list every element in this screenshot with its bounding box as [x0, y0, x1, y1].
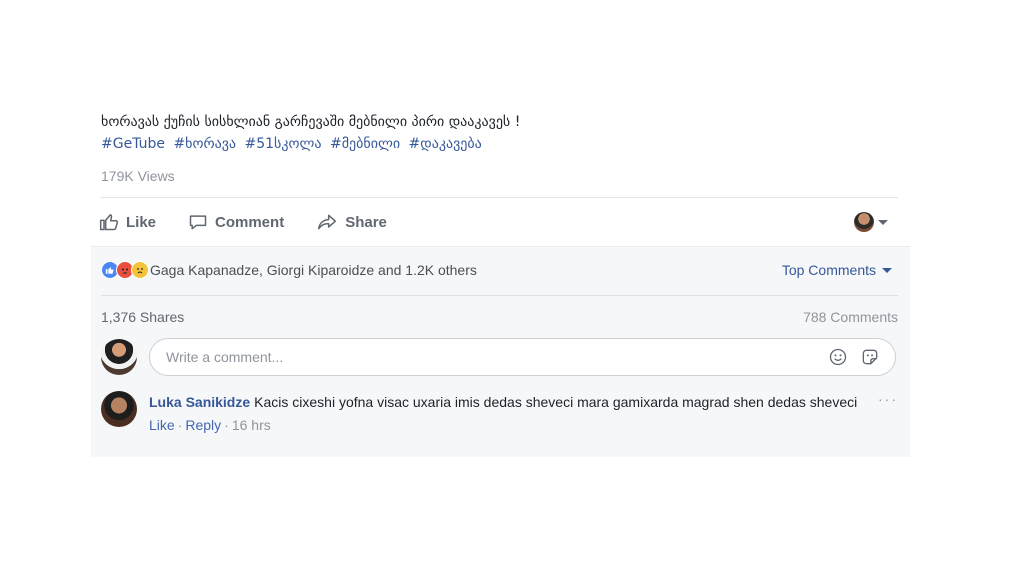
reaction-names: Gaga Kapanadze, Giorgi Kiparoidze and 1.…: [150, 262, 477, 278]
composer-icons: [817, 346, 881, 368]
divider: [101, 295, 898, 296]
comments-panel: Gaga Kapanadze, Giorgi Kiparoidze and 1.…: [91, 246, 910, 457]
share-arrow-icon: [318, 214, 337, 230]
post-as-selector[interactable]: [854, 212, 888, 232]
post-actions-bar: Like Comment Share: [99, 204, 898, 240]
post-card: ხორავას ქუჩის სისხლიან გარჩევაში მებნილი…: [91, 100, 910, 457]
comment-count-link[interactable]: 788 Comments: [803, 309, 898, 325]
comment-input[interactable]: [164, 348, 817, 366]
comment-time[interactable]: 16 hrs: [232, 417, 271, 433]
hashtag-link[interactable]: #მებნილი: [330, 136, 400, 152]
chevron-down-icon: [878, 219, 888, 225]
comment-label: Comment: [215, 213, 285, 231]
share-count-link[interactable]: 1,376 Shares: [101, 309, 184, 325]
comment-text: Kacis cixeshi yofna visac uxaria imis de…: [254, 394, 858, 410]
sticker-icon[interactable]: [859, 346, 881, 368]
viewer-avatar: [854, 212, 874, 232]
composer-avatar: [101, 339, 137, 375]
comment-item: Luka Sanikidze Kacis cixeshi yofna visac …: [101, 391, 898, 451]
view-count: 179K Views: [101, 168, 175, 184]
post-title: ხორავას ქუჩის სისხლიან გარჩევაში მებნილი…: [101, 114, 521, 130]
share-label: Share: [345, 213, 387, 231]
sad-reaction-icon: [131, 261, 149, 279]
hashtags: #GeTube #ხორავა #51სკოლა #მებნილი #დაკავ…: [101, 134, 881, 154]
comment-author[interactable]: Luka Sanikidze: [149, 394, 250, 410]
comment-options-button[interactable]: ···: [878, 391, 898, 407]
post-text-block: ხორავას ქუჩის სისხლიან გარჩევაში მებნილი…: [101, 112, 881, 154]
share-button[interactable]: Share: [316, 212, 387, 232]
hashtag-link[interactable]: #დაკავება: [409, 136, 482, 152]
like-button[interactable]: Like: [99, 212, 156, 232]
reactions-summary[interactable]: Gaga Kapanadze, Giorgi Kiparoidze and 1.…: [101, 261, 898, 279]
comment-reply-link[interactable]: Reply: [185, 417, 221, 433]
comment-button[interactable]: Comment: [188, 212, 284, 232]
hashtag-link[interactable]: #GeTube: [101, 136, 165, 152]
hashtag-link[interactable]: #51სკოლა: [245, 136, 322, 152]
smiley-icon[interactable]: [827, 346, 849, 368]
divider: [101, 197, 898, 198]
reaction-icons: [101, 261, 149, 279]
speech-bubble-icon: [189, 215, 207, 230]
thumbs-up-icon: [99, 214, 119, 231]
commenter-avatar[interactable]: [101, 391, 137, 427]
comment-like-link[interactable]: Like: [149, 417, 175, 433]
comment-meta: Like · Reply · 16 hrs: [149, 417, 271, 433]
sort-label: Top Comments: [781, 262, 876, 278]
comment-composer[interactable]: [149, 338, 896, 376]
hashtag-link[interactable]: #ხორავა: [173, 136, 236, 152]
comment-body: Luka Sanikidze Kacis cixeshi yofna visac …: [149, 393, 859, 435]
sort-comments-dropdown[interactable]: Top Comments: [782, 262, 892, 278]
like-label: Like: [126, 213, 157, 231]
chevron-down-icon: [882, 267, 892, 273]
